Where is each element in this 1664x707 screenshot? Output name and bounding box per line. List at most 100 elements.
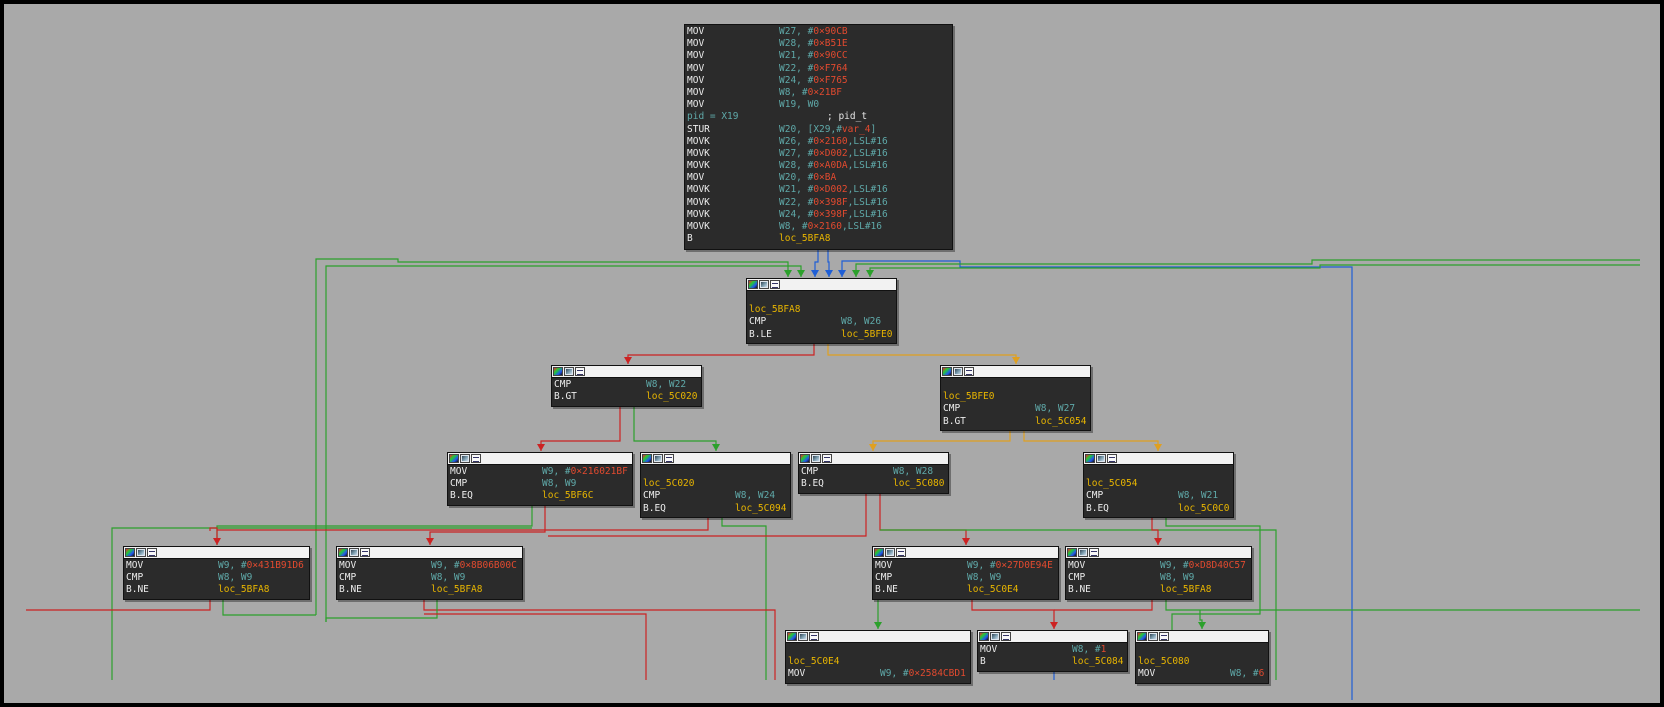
asm-line[interactable]: MOV W9, #0×8B06B00C [339, 560, 520, 572]
asm-line[interactable]: MOVK W24, #0×398F,LSL#16 [687, 209, 950, 221]
edge-431b91d6-green-out[interactable] [222, 600, 316, 616]
asm-line[interactable]: MOV W9, #0×D8D40C57 [1068, 560, 1249, 572]
color-picker-icon[interactable] [125, 548, 135, 557]
asm-line[interactable]: B.NE loc_5BFA8 [126, 584, 307, 596]
location-label[interactable]: loc_5BFE0 [943, 391, 1088, 403]
color-picker-icon[interactable] [979, 632, 989, 641]
asm-line[interactable]: MOVK W28, #0×A0DA,LSL#16 [687, 160, 950, 172]
label-text[interactable]: loc_5C0E4 [788, 656, 839, 667]
graph-overview-icon[interactable] [798, 632, 808, 641]
graph-overview-icon[interactable] [811, 454, 821, 463]
code-block-loc-5c020[interactable]: loc_5C020 CMP W8, W24 B.EQ loc_5C094 [640, 452, 791, 518]
graph-overview-icon[interactable] [1096, 454, 1106, 463]
code-block-loc-5bfa8[interactable]: loc_5BFA8 CMP W8, W26 B.LE loc_5BFE0 [746, 278, 897, 344]
branch-target[interactable]: loc_5BFE0 [841, 329, 892, 340]
edge-5c020-true[interactable] [721, 518, 767, 680]
code-block-n-cmp-w28[interactable]: CMP W8, W28 B.EQ loc_5C080 [798, 452, 949, 494]
code-block-loc-5bfe0[interactable]: loc_5BFE0 CMP W8, W27 B.GT loc_5C054 [940, 365, 1091, 431]
asm-line[interactable]: CMP W8, W22 [554, 379, 699, 391]
text-view-icon[interactable] [575, 367, 585, 376]
graph-overview-icon[interactable] [1078, 548, 1088, 557]
label-text[interactable]: loc_5BFA8 [749, 304, 800, 315]
asm-line[interactable]: CMP W8, W21 [1086, 490, 1231, 502]
code-block-loc-5c054[interactable]: loc_5C054 CMP W8, W21 B.EQ loc_5C0C0 [1083, 452, 1234, 518]
edge-8b06b00c-green-out[interactable] [325, 600, 438, 622]
edge-red-branch-down[interactable] [424, 613, 647, 680]
label-text[interactable]: loc_5C080 [1138, 656, 1189, 667]
color-picker-icon[interactable] [942, 367, 952, 376]
asm-line[interactable]: MOV W9, #0×2584CBD1 [788, 668, 968, 680]
asm-line[interactable]: B.EQ loc_5C080 [801, 478, 946, 490]
color-picker-icon[interactable] [553, 367, 563, 376]
edge-27d0e94e-false[interactable] [971, 600, 1055, 629]
code-block-n-mov-w8-1[interactable]: MOV W8, #1 Bloc_5C084 [977, 630, 1128, 672]
asm-line[interactable]: B.EQ loc_5C094 [643, 503, 788, 515]
color-picker-icon[interactable] [787, 632, 797, 641]
asm-line[interactable]: CMP W8, W9 [126, 572, 307, 584]
asm-line[interactable]: MOVK W27, #0×D002,LSL#16 [687, 148, 950, 160]
asm-line[interactable]: MOV W19, W0 [687, 99, 950, 111]
edge-5bfa8-false[interactable] [627, 344, 815, 364]
label-text[interactable]: loc_5BFE0 [943, 391, 994, 402]
text-view-icon[interactable] [471, 454, 481, 463]
asm-line[interactable]: CMP W8, W28 [801, 466, 946, 478]
code-block-n-mov-d8d40c57[interactable]: MOV W9, #0×D8D40C57 CMP W8, W9 B.NE loc_5BFA8 [1065, 546, 1252, 600]
asm-line[interactable]: MOV W20, #0×BA [687, 172, 950, 184]
asm-line[interactable]: MOV W8, #6 [1138, 668, 1266, 680]
asm-line[interactable]: Bloc_5C084 [980, 656, 1125, 668]
asm-line[interactable]: CMP W8, W9 [875, 572, 1056, 584]
color-picker-icon[interactable] [642, 454, 652, 463]
branch-target[interactable]: loc_5BFA8 [431, 584, 482, 595]
code-block-n-mov-431b91d6[interactable]: MOV W9, #0×431B91D6 CMP W8, W9 B.NE loc_5BFA8 [123, 546, 310, 600]
graph-overview-icon[interactable] [1148, 632, 1158, 641]
text-view-icon[interactable] [1107, 454, 1117, 463]
asm-line[interactable]: B.LE loc_5BFE0 [749, 329, 894, 341]
asm-line[interactable]: CMP W8, W9 [339, 572, 520, 584]
edge-cmpw28-to-27d0e94e[interactable] [879, 494, 967, 545]
graph-overview-icon[interactable] [885, 548, 895, 557]
asm-line[interactable]: Bloc_5BFA8 [687, 233, 950, 245]
code-block-n-cmp-w22[interactable]: CMP W8, W22 B.GT loc_5C020 [551, 365, 702, 407]
graph-overview-icon[interactable] [136, 548, 146, 557]
text-view-icon[interactable] [770, 280, 780, 289]
text-view-icon[interactable] [360, 548, 370, 557]
asm-line[interactable]: MOV W24, #0×F765 [687, 75, 950, 87]
location-label[interactable]: loc_5C020 [643, 478, 788, 490]
code-block-n-mov-216021bf[interactable]: MOV W9, #0×216021BF CMP W8, W9 B.EQ loc_5BF6C [447, 452, 633, 506]
text-view-icon[interactable] [1159, 632, 1169, 641]
color-picker-icon[interactable] [449, 454, 459, 463]
color-picker-icon[interactable] [1067, 548, 1077, 557]
branch-target[interactable]: loc_5C054 [1035, 416, 1086, 427]
edge-431b91d6-red-out[interactable] [26, 600, 211, 611]
label-text[interactable]: loc_5C020 [643, 478, 694, 489]
asm-line[interactable]: MOV W28, #0×B51E [687, 38, 950, 50]
text-view-icon[interactable] [664, 454, 674, 463]
color-picker-icon[interactable] [338, 548, 348, 557]
asm-line[interactable]: CMP W8, W24 [643, 490, 788, 502]
asm-line[interactable]: MOV W9, #0×216021BF [450, 466, 630, 478]
edge-d8d40c57-false[interactable] [1054, 600, 1153, 611]
text-view-icon[interactable] [1001, 632, 1011, 641]
branch-target[interactable]: loc_5C0C0 [1178, 503, 1229, 514]
graph-overview-icon[interactable] [953, 367, 963, 376]
color-picker-icon[interactable] [800, 454, 810, 463]
asm-line[interactable]: B.EQ loc_5C0C0 [1086, 503, 1231, 515]
text-view-icon[interactable] [147, 548, 157, 557]
graph-overview-icon[interactable] [653, 454, 663, 463]
asm-line[interactable]: CMP W8, W26 [749, 316, 894, 328]
text-view-icon[interactable] [896, 548, 906, 557]
asm-line[interactable]: MOVK W21, #0×D002,LSL#16 [687, 184, 950, 196]
branch-target[interactable]: loc_5BF6C [542, 490, 593, 501]
edge-5bfe0-true[interactable] [1023, 431, 1159, 451]
branch-target[interactable]: loc_5C0E4 [967, 584, 1018, 595]
text-view-icon[interactable] [1089, 548, 1099, 557]
asm-line[interactable]: MOV W9, #0×27D0E94E [875, 560, 1056, 572]
branch-target[interactable]: loc_5BFA8 [779, 233, 830, 244]
asm-line[interactable]: MOVK W22, #0×398F,LSL#16 [687, 197, 950, 209]
color-picker-icon[interactable] [1137, 632, 1147, 641]
code-block-n-mov-27d0e94e[interactable]: MOV W9, #0×27D0E94E CMP W8, W9 B.NE loc_5C0E4 [872, 546, 1059, 600]
location-label[interactable]: loc_5C054 [1086, 478, 1231, 490]
graph-overview-icon[interactable] [564, 367, 574, 376]
edge-5bfa8-true[interactable] [827, 344, 1017, 364]
edge-8b06b00c-red-out[interactable] [423, 600, 776, 680]
